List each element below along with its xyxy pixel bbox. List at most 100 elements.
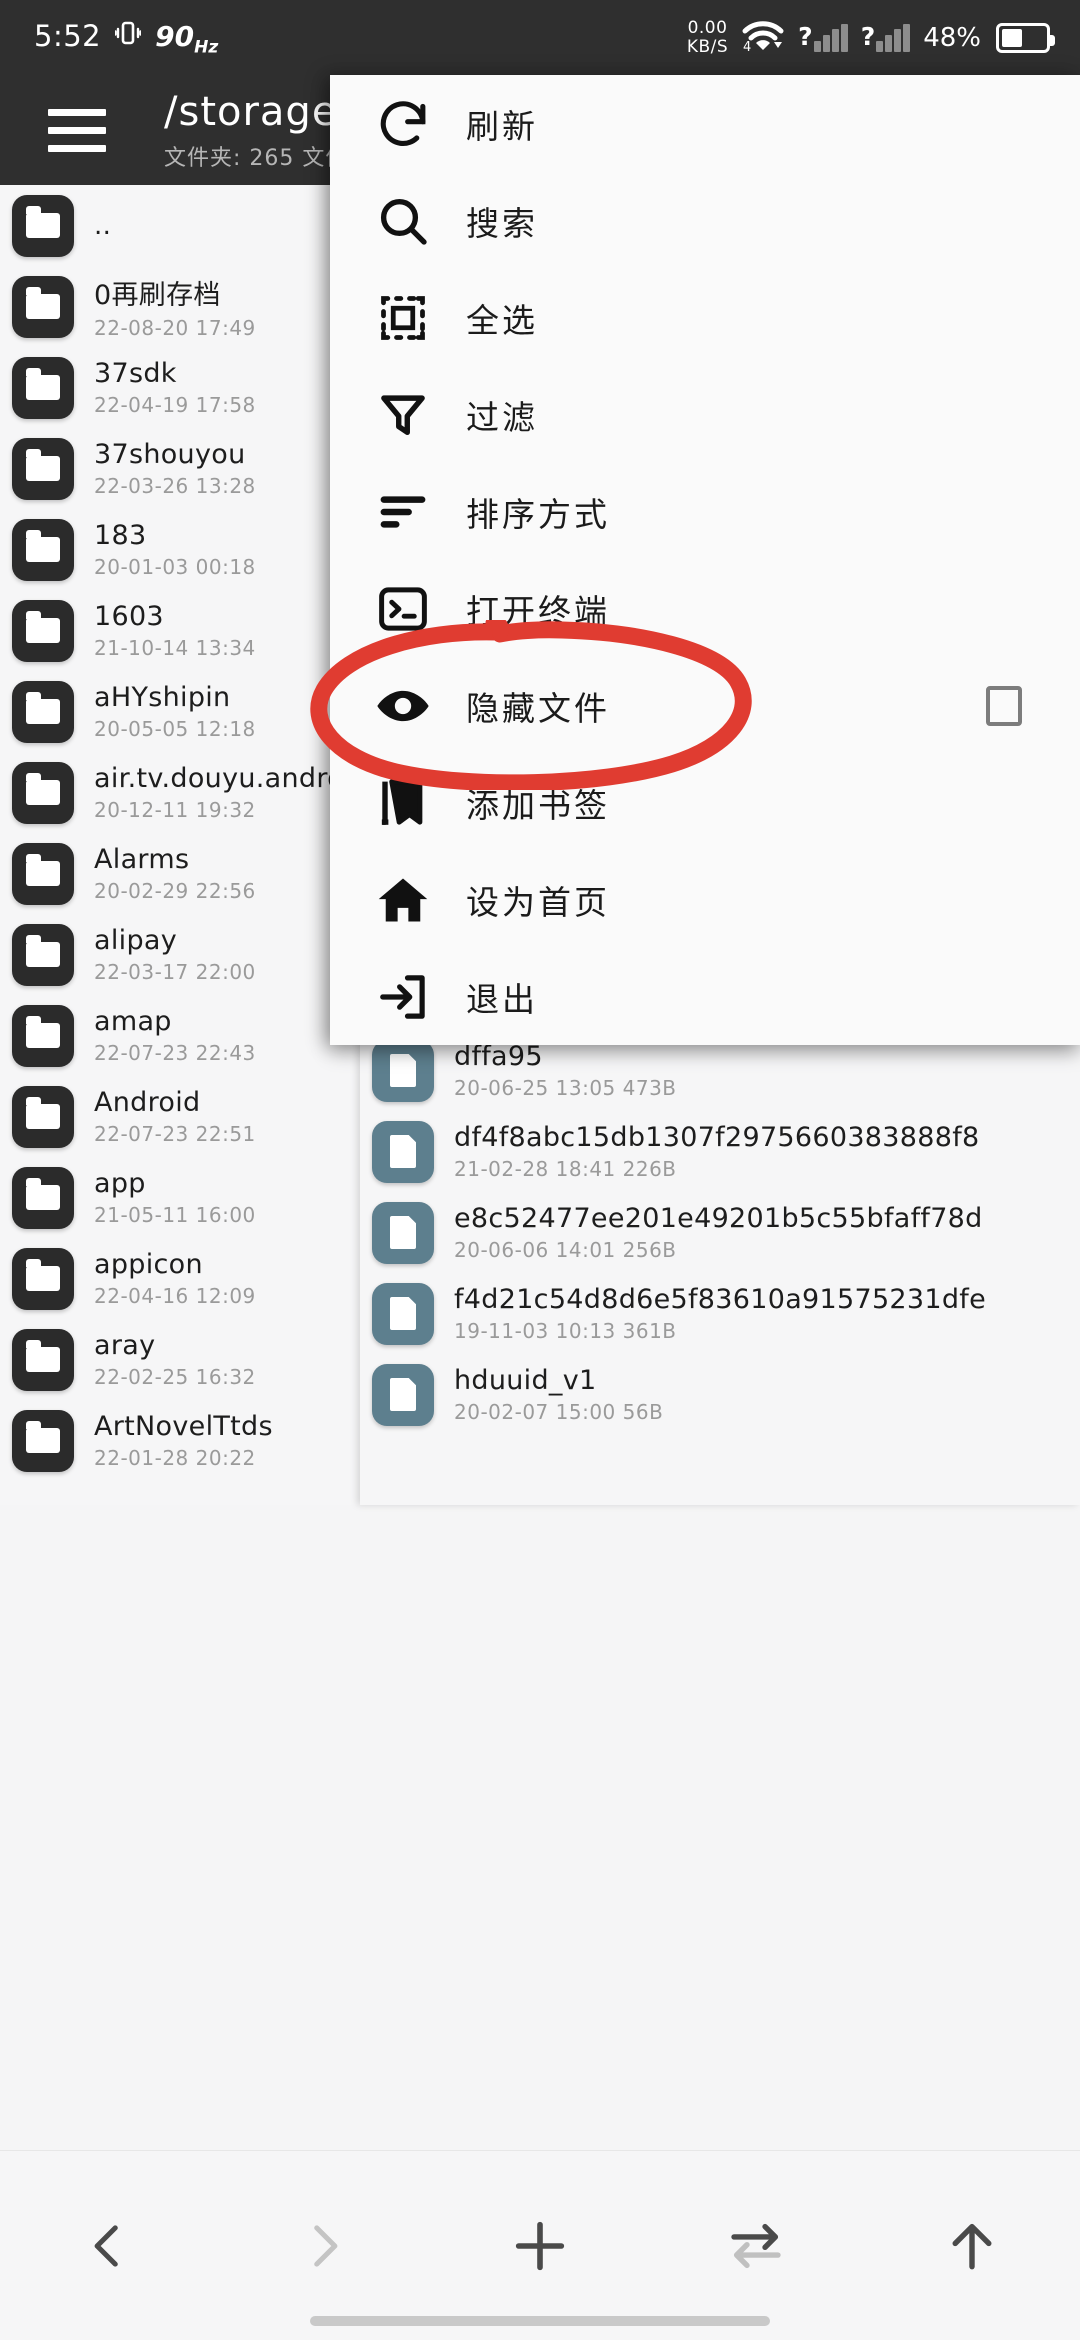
exit-icon [370, 970, 436, 1024]
folder-row[interactable]: Alarms 20-02-29 22:56 [0, 833, 360, 914]
menu-item-select-all[interactable]: 全选 [330, 269, 1080, 366]
item-subtitle: 22-04-19 17:58 [94, 393, 256, 417]
item-subtitle: 22-08-20 17:49 [94, 316, 256, 340]
nav-plus[interactable] [432, 2181, 648, 2311]
folder-row[interactable]: 183 20-01-03 00:18 [0, 509, 360, 590]
nav-chevron-left[interactable] [0, 2181, 216, 2311]
folder-row[interactable]: .. [0, 185, 360, 266]
folder-row[interactable]: amap 22-07-23 22:43 [0, 995, 360, 1076]
vibrate-icon [114, 19, 142, 52]
folder-row[interactable]: air.tv.douyu.android_KcSdk 20-12-11 19:32 [0, 752, 360, 833]
item-name: hduuid_v1 [454, 1365, 597, 1396]
item-name: 37shouyou [94, 439, 246, 470]
menu-item-search[interactable]: 搜索 [330, 172, 1080, 269]
overflow-menu[interactable]: 刷新搜索全选 过滤排序方式打开终端 隐藏文件添加书签设为首页 退出 [330, 75, 1080, 1045]
item-name: dffa95 [454, 1041, 543, 1072]
menu-item-bookmark-add[interactable]: 添加书签 [330, 754, 1080, 851]
row-meta: aray 22-02-25 16:32 [94, 1330, 256, 1389]
gesture-home-bar[interactable] [310, 2316, 770, 2326]
menu-item-terminal[interactable]: 打开终端 [330, 560, 1080, 657]
menu-item-refresh[interactable]: 刷新 [330, 75, 1080, 172]
item-name: app [94, 1168, 146, 1199]
folder-row[interactable]: 37shouyou 22-03-26 13:28 [0, 428, 360, 509]
row-meta: air.tv.douyu.android_KcSdk 20-12-11 19:32 [94, 763, 360, 822]
row-meta: app 21-05-11 16:00 [94, 1168, 256, 1227]
status-bar-left: 5:52 90Hz [0, 18, 218, 58]
clock: 5:52 [34, 19, 102, 54]
hamburger-menu-icon[interactable] [48, 109, 106, 152]
item-subtitle: 22-03-26 13:28 [94, 474, 256, 498]
folder-icon [12, 1085, 74, 1148]
item-name: appicon [94, 1249, 203, 1280]
row-meta: ArtNovelTtds 22-01-28 20:22 [94, 1411, 273, 1470]
item-name: 183 [94, 520, 147, 551]
folder-icon [12, 1247, 74, 1310]
item-name: f4d21c54d8d6e5f83610a91575231dfe [454, 1284, 987, 1315]
row-meta: dffa95 20-06-25 13:05 473B [454, 1041, 677, 1100]
item-name: 37sdk [94, 358, 177, 389]
folder-row[interactable]: appicon 22-04-16 12:09 [0, 1238, 360, 1319]
nav-arrow-up[interactable] [864, 2181, 1080, 2311]
file-row[interactable]: e8c52477ee201e49201b5c55bfaff78d 20-06-06… [360, 1192, 1080, 1273]
row-meta: 1603 21-10-14 13:34 [94, 601, 256, 660]
folder-row[interactable]: app 21-05-11 16:00 [0, 1157, 360, 1238]
nav-swap-arrows[interactable] [648, 2181, 864, 2311]
filter-icon [370, 388, 436, 442]
select-all-icon [370, 292, 436, 344]
folder-icon [12, 1004, 74, 1067]
row-meta: 183 20-01-03 00:18 [94, 520, 256, 579]
folder-row[interactable]: Android 22-07-23 22:51 [0, 1076, 360, 1157]
file-row[interactable]: hduuid_v1 20-02-07 15:00 56B [360, 1354, 1080, 1435]
item-name: e8c52477ee201e49201b5c55bfaff78d [454, 1203, 983, 1234]
battery-percent-label: 48% [923, 23, 981, 53]
folder-row[interactable]: 0再刷存档 22-08-20 17:49 [0, 266, 360, 347]
menu-item-sort[interactable]: 排序方式 [330, 463, 1080, 560]
item-subtitle: 20-05-05 12:18 [94, 717, 256, 741]
item-subtitle: 20-06-06 14:01 256B [454, 1238, 677, 1262]
item-subtitle: 20-12-11 19:32 [94, 798, 256, 822]
menu-item-eye[interactable]: 隐藏文件 [330, 657, 1080, 754]
file-icon [372, 1363, 434, 1426]
eye-icon [370, 678, 436, 734]
row-meta: Alarms 20-02-29 22:56 [94, 844, 256, 903]
row-meta: aHYshipin 20-05-05 12:18 [94, 682, 256, 741]
menu-item-label: 搜索 [466, 203, 538, 243]
hidden-files-checkbox[interactable] [986, 685, 1022, 726]
folder-row[interactable]: alipay 22-03-17 22:00 [0, 914, 360, 995]
item-subtitle: 22-02-25 16:32 [94, 1365, 256, 1389]
file-icon [372, 1282, 434, 1345]
menu-item-filter[interactable]: 过滤 [330, 366, 1080, 463]
folder-icon [12, 599, 74, 662]
folder-list[interactable]: .. 0再刷存档 22-08-20 17:49 37sdk 22-04-19 17:58… [0, 185, 360, 1505]
menu-item-home[interactable]: 设为首页 [330, 851, 1080, 948]
row-meta: Android 22-07-23 22:51 [94, 1087, 256, 1146]
folder-row[interactable]: ArtNovelTtds 22-01-28 20:22 [0, 1400, 360, 1481]
folder-row[interactable]: 1603 21-10-14 13:34 [0, 590, 360, 671]
folder-row[interactable]: 37sdk 22-04-19 17:58 [0, 347, 360, 428]
search-icon [370, 193, 436, 249]
item-name: .. [94, 210, 112, 241]
folder-row[interactable]: aray 22-02-25 16:32 [0, 1319, 360, 1400]
item-subtitle: 19-11-03 10:13 361B [454, 1319, 677, 1343]
battery-icon [996, 23, 1055, 53]
item-subtitle: 20-01-03 00:18 [94, 555, 256, 579]
row-meta: f4d21c54d8d6e5f83610a91575231dfe 19-11-03… [454, 1284, 986, 1343]
item-name: aray [94, 1330, 156, 1361]
bottom-navigation-bar[interactable] [0, 2150, 1080, 2340]
file-row[interactable]: f4d21c54d8d6e5f83610a91575231dfe 19-11-03… [360, 1273, 1080, 1354]
item-name: 0再刷存档 [94, 280, 221, 311]
item-subtitle: 22-04-16 12:09 [94, 1284, 256, 1308]
item-subtitle: 21-05-11 16:00 [94, 1203, 256, 1227]
menu-item-label: 添加书签 [466, 785, 610, 825]
menu-item-label: 排序方式 [466, 494, 610, 534]
folder-icon [12, 518, 74, 581]
screen: 5:52 90Hz 0.00 KB/S 4 ? ? 48% /storage/e… [0, 0, 1080, 2340]
menu-item-exit[interactable]: 退出 [330, 948, 1080, 1045]
folder-row[interactable]: aHYshipin 20-05-05 12:18 [0, 671, 360, 752]
file-row[interactable]: df4f8abc15db1307f2975660383888f8 21-02-28… [360, 1111, 1080, 1192]
row-meta: 37sdk 22-04-19 17:58 [94, 358, 256, 417]
item-name: amap [94, 1006, 172, 1037]
svg-text:4: 4 [743, 40, 751, 53]
folder-icon [12, 356, 74, 419]
folder-icon [12, 1166, 74, 1229]
